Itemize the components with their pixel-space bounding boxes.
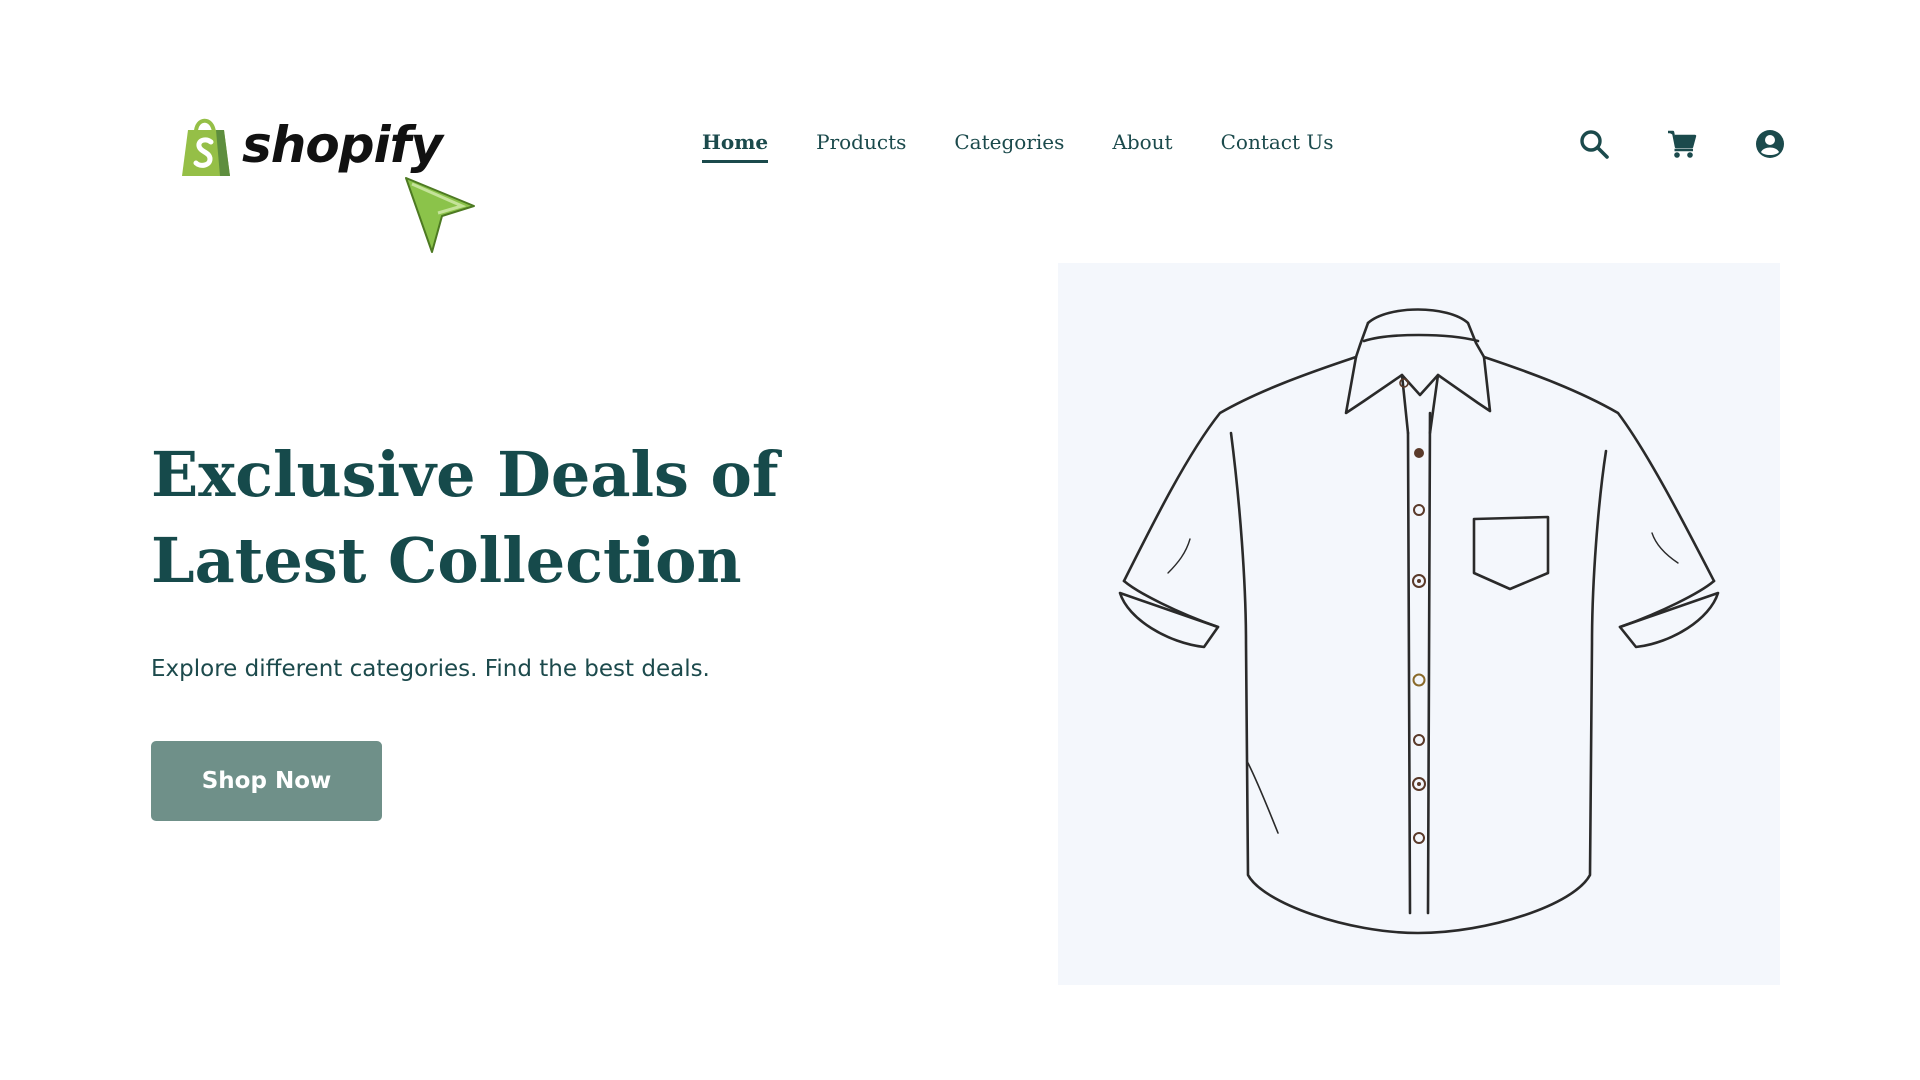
cart-icon[interactable] <box>1666 128 1698 160</box>
nav-categories[interactable]: Categories <box>954 130 1064 163</box>
header-actions <box>1578 128 1786 160</box>
account-icon[interactable] <box>1754 128 1786 160</box>
main-nav: Home Products Categories About Contact U… <box>702 130 1382 163</box>
shopify-logo[interactable]: shopify <box>178 112 443 178</box>
shop-now-button[interactable]: Shop Now <box>151 741 382 821</box>
hero-subtitle: Explore different categories. Find the b… <box>151 656 710 682</box>
shopify-bag-icon <box>182 118 230 176</box>
nav-home[interactable]: Home <box>702 130 769 163</box>
hero-title: Exclusive Deals of Latest Collection <box>151 432 791 604</box>
pointer-cursor-icon <box>405 177 475 253</box>
nav-about[interactable]: About <box>1112 130 1172 163</box>
site-header: shopify Home Products Categories About C… <box>0 0 1920 253</box>
hero-product-image <box>1058 263 1780 985</box>
nav-products[interactable]: Products <box>816 130 906 163</box>
logo-wordmark: shopify <box>242 116 443 174</box>
shirt-illustration <box>1118 308 1720 935</box>
search-icon[interactable] <box>1578 128 1610 160</box>
hero-title-line-2: Latest Collection <box>151 524 742 597</box>
hero-title-line-1: Exclusive Deals of <box>151 438 779 511</box>
nav-contact-us[interactable]: Contact Us <box>1221 130 1334 163</box>
